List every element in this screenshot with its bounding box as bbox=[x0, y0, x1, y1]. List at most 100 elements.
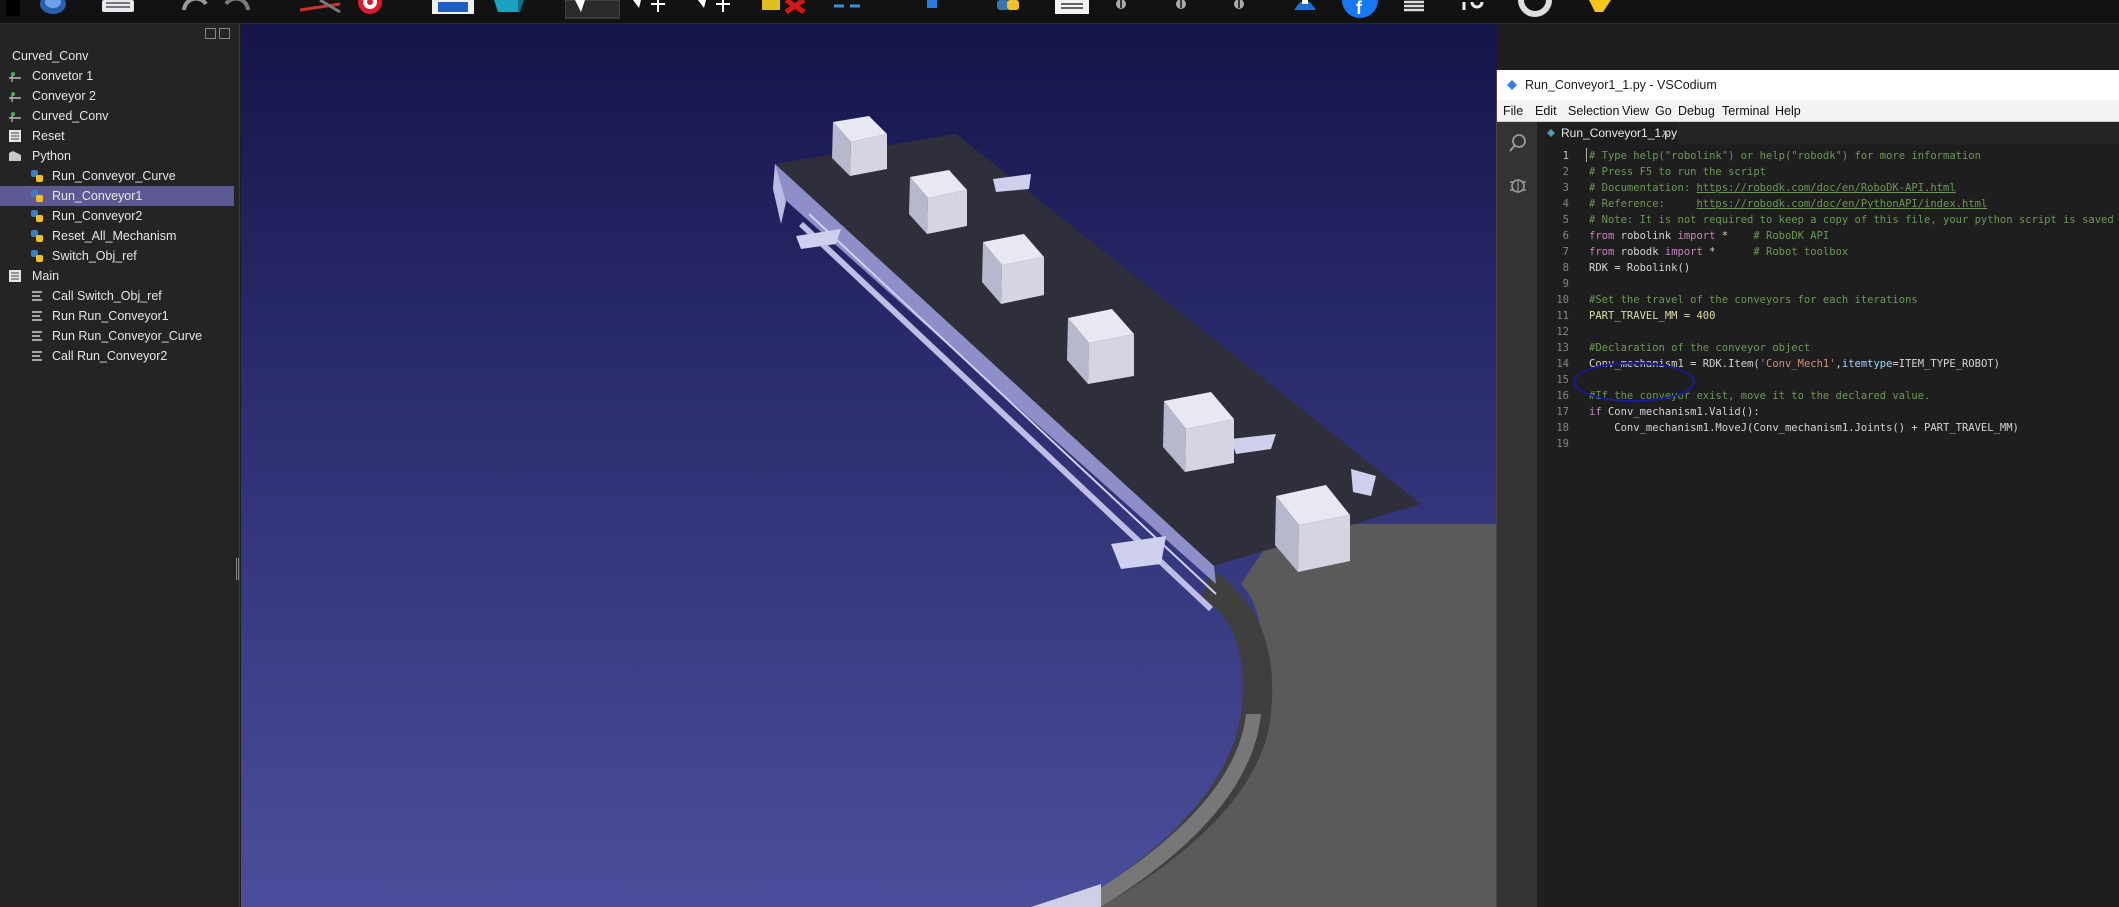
folder-icon bbox=[8, 149, 22, 163]
tree-item-label: Run_Conveyor2 bbox=[52, 209, 143, 223]
reference-frame-icon[interactable] bbox=[430, 0, 476, 20]
vscodium-logo-icon bbox=[1507, 80, 1517, 90]
menu-terminal[interactable]: Terminal bbox=[1719, 100, 1772, 122]
tree-item-label: Curved_Conv bbox=[12, 49, 89, 63]
code-line: RDK = Robolink() bbox=[1589, 262, 1691, 274]
text-cursor bbox=[1586, 148, 1587, 162]
tree-item[interactable]: Run_Conveyor1 bbox=[0, 186, 234, 206]
tree-item[interactable]: Main bbox=[0, 266, 234, 286]
panel-splitter[interactable] bbox=[236, 558, 239, 580]
line-number: 18 bbox=[1556, 422, 1569, 434]
robot-icon bbox=[8, 109, 22, 123]
robodk-logo-icon[interactable] bbox=[6, 0, 20, 20]
sync-icon[interactable] bbox=[1515, 0, 1555, 20]
vscodium-window[interactable]: Run_Conveyor1_1.py - VSCodium File Edit … bbox=[1496, 70, 2119, 907]
search-icon[interactable] bbox=[1507, 132, 1529, 154]
select-pointer-icon[interactable] bbox=[565, 0, 620, 20]
annotation-ellipse bbox=[1573, 362, 1695, 402]
code-editor[interactable]: 1 2 3 4 5 6 7 8 9 10 11 12 13 14 15 16 17 18 19 # Type hel… bbox=[1537, 144, 2119, 907]
object-cube-icon[interactable] bbox=[490, 0, 526, 20]
line-number: 19 bbox=[1556, 438, 1569, 450]
instruction-icon bbox=[30, 289, 44, 303]
tree-item[interactable]: Curved_Conv bbox=[0, 106, 234, 126]
menu-file[interactable]: File bbox=[1500, 100, 1526, 122]
close-tab-icon[interactable]: × bbox=[1662, 122, 1669, 144]
loop-icon[interactable] bbox=[1228, 0, 1250, 20]
step-icon[interactable] bbox=[1170, 0, 1192, 20]
run-icon[interactable] bbox=[1110, 0, 1132, 20]
line-number: 9 bbox=[1562, 278, 1569, 290]
target-icon[interactable] bbox=[355, 0, 385, 20]
python-file-icon bbox=[1547, 129, 1555, 137]
window-title: Run_Conveyor1_1.py - VSCodium bbox=[1525, 78, 1717, 92]
facebook-icon[interactable]: f bbox=[1340, 0, 1380, 20]
tree-item[interactable]: Reset bbox=[0, 126, 234, 146]
tree-item[interactable]: Conveyor 2 bbox=[0, 86, 234, 106]
tree-item-label: Call Run_Conveyor2 bbox=[52, 349, 168, 363]
line-number: 7 bbox=[1562, 246, 1569, 258]
tree-item[interactable]: Convetor 1 bbox=[0, 66, 234, 86]
line-number: 16 bbox=[1556, 390, 1569, 402]
tree-item[interactable]: Python bbox=[0, 146, 234, 166]
tree-item[interactable]: Run_Conveyor2 bbox=[0, 206, 234, 226]
tree-item[interactable]: Reset_All_Mechanism bbox=[0, 226, 234, 246]
menu-view[interactable]: View bbox=[1619, 100, 1652, 122]
instruction-icon bbox=[30, 329, 44, 343]
program-icon[interactable] bbox=[925, 0, 939, 20]
python-icon[interactable] bbox=[995, 0, 1025, 20]
menu-debug[interactable]: Debug bbox=[1675, 100, 1718, 122]
menu-edit[interactable]: Edit bbox=[1532, 100, 1560, 122]
tree-item[interactable]: Run Run_Conveyor_Curve bbox=[0, 326, 234, 346]
tree-item-label: Run Run_Conveyor_Curve bbox=[52, 329, 203, 343]
tree-item[interactable]: Run Run_Conveyor1 bbox=[0, 306, 234, 326]
conveyor-roller bbox=[1031, 884, 1101, 907]
code-line: PART_TRAVEL_MM = 400 bbox=[1589, 310, 1716, 322]
close-panel-icon[interactable] bbox=[219, 28, 230, 39]
tree-item[interactable]: Curved_Conv bbox=[0, 46, 234, 66]
program-icon bbox=[8, 269, 22, 283]
collision-icon[interactable] bbox=[760, 0, 810, 20]
code-line: #Set the travel of the conveyors for eac… bbox=[1589, 294, 1918, 306]
conveyor-bracket bbox=[796, 229, 841, 249]
tree-item[interactable]: Call Switch_Obj_ref bbox=[0, 286, 234, 306]
tree-item[interactable]: Run_Conveyor_Curve bbox=[0, 166, 234, 186]
move-tool-icon[interactable] bbox=[690, 0, 740, 20]
conveyor-bracket bbox=[1111, 536, 1166, 569]
line-number: 6 bbox=[1562, 230, 1569, 242]
line-number: 3 bbox=[1562, 182, 1569, 194]
line-number: 17 bbox=[1556, 406, 1569, 418]
undo-icon[interactable] bbox=[180, 0, 210, 20]
tree-item[interactable]: Switch_Obj_ref bbox=[0, 246, 234, 266]
globe-icon[interactable] bbox=[40, 0, 66, 20]
station-tree[interactable]: Curved_Conv Convetor 1 Conveyor 2 Curved_Co… bbox=[0, 24, 240, 907]
time-icon[interactable] bbox=[1460, 0, 1492, 20]
tree-item-label: Main bbox=[32, 269, 60, 283]
instruction-icon bbox=[30, 309, 44, 323]
python-icon bbox=[30, 189, 44, 203]
save-icon[interactable] bbox=[100, 0, 136, 20]
3d-viewport[interactable] bbox=[241, 24, 1497, 907]
code-line: # Type help("robolink") or help("robodk"… bbox=[1589, 150, 1981, 162]
tag-icon[interactable] bbox=[1585, 0, 1615, 20]
teach-target-icon[interactable] bbox=[300, 0, 350, 20]
list-icon[interactable] bbox=[1055, 0, 1089, 20]
move-reference-icon[interactable] bbox=[625, 0, 675, 20]
redo-icon[interactable] bbox=[222, 0, 252, 20]
debug-icon[interactable] bbox=[1507, 174, 1529, 196]
main-toolbar: f bbox=[0, 0, 2119, 24]
export-icon[interactable] bbox=[1290, 0, 1320, 20]
line-number: 11 bbox=[1556, 310, 1569, 322]
station-scene bbox=[773, 116, 1497, 907]
robot-icon bbox=[8, 69, 22, 83]
menu-icon[interactable] bbox=[1400, 0, 1428, 20]
menu-selection[interactable]: Selection bbox=[1565, 100, 1622, 122]
tree-item[interactable]: Call Run_Conveyor2 bbox=[0, 346, 234, 366]
window-title-bar: Run_Conveyor1_1.py - VSCodium bbox=[1497, 70, 2119, 100]
tree-item-label: Conveyor 2 bbox=[32, 89, 96, 103]
tab-run-conveyor1[interactable]: Run_Conveyor1_1.py × bbox=[1537, 122, 1679, 144]
menu-help[interactable]: Help bbox=[1772, 100, 1804, 122]
measure-icon[interactable] bbox=[830, 0, 870, 20]
tree-item-label: Curved_Conv bbox=[32, 109, 109, 123]
float-panel-icon[interactable] bbox=[205, 28, 216, 39]
menu-go[interactable]: Go bbox=[1652, 100, 1675, 122]
